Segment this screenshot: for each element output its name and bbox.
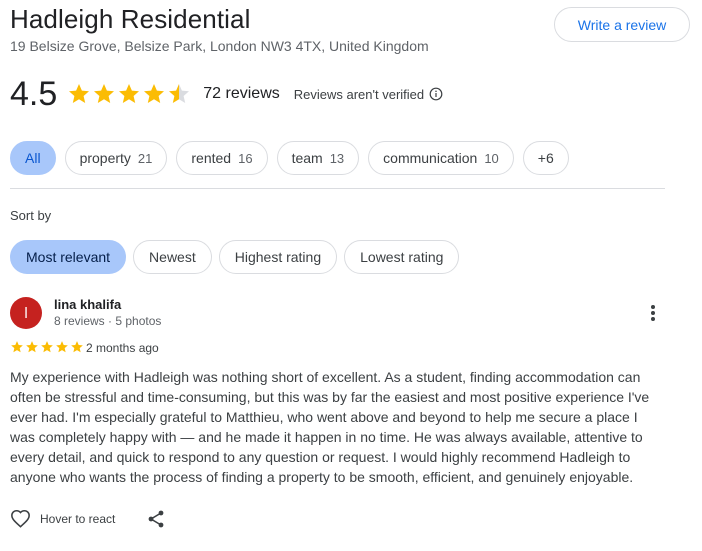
topic-chip-all[interactable]: All	[10, 141, 56, 175]
review-stars	[10, 340, 84, 354]
review-time: 2 months ago	[86, 341, 159, 355]
heart-outline-icon	[11, 509, 30, 528]
place-address: 19 Belsize Grove, Belsize Park, London N…	[10, 38, 429, 54]
verified-note-label: Reviews aren't verified	[293, 86, 425, 102]
write-review-button[interactable]: Write a review	[554, 7, 690, 42]
topic-chips: All property 21 rented 16 team 13 commun…	[10, 141, 569, 175]
topic-chip-rented[interactable]: rented 16	[176, 141, 268, 175]
star-icon	[169, 84, 190, 103]
topic-chip-count: 21	[137, 150, 153, 166]
star-icon	[41, 341, 53, 353]
topic-chip-property[interactable]: property 21	[64, 141, 168, 175]
topic-chip-label: property	[79, 150, 131, 166]
average-rating: 4.5	[10, 75, 58, 113]
topic-chip-label: communication	[383, 150, 478, 166]
review-text: My experience with Hadleigh was nothing …	[10, 369, 650, 485]
sort-options: Most relevant Newest Highest rating Lowe…	[10, 240, 460, 274]
topic-chip-team[interactable]: team 13	[276, 141, 360, 175]
topic-chip-count: 10	[484, 150, 499, 166]
reviewer-name[interactable]: lina khalifa	[54, 297, 121, 312]
star-icon	[11, 341, 23, 353]
topic-chip-label: All	[25, 150, 41, 166]
divider	[10, 188, 665, 189]
avatar[interactable]: l	[10, 297, 42, 329]
topic-chip-count: 16	[238, 150, 253, 166]
sort-newest[interactable]: Newest	[133, 240, 212, 274]
topic-chip-label: rented	[191, 150, 232, 166]
sort-label: Sort by	[10, 208, 52, 223]
rating-summary: 4.5 72 reviews Reviews aren't verified	[10, 74, 443, 114]
place-title: Hadleigh Residential	[10, 4, 251, 34]
react-label: Hover to react	[40, 511, 116, 526]
share-icon[interactable]	[146, 509, 166, 529]
sort-most-relevant[interactable]: Most relevant	[10, 240, 127, 274]
star-icon	[56, 341, 68, 353]
info-icon[interactable]	[429, 87, 443, 101]
star-icon	[94, 84, 115, 103]
verified-note[interactable]: Reviews aren't verified	[294, 87, 443, 102]
sort-lowest-rating[interactable]: Lowest rating	[344, 240, 460, 274]
react-button[interactable]: Hover to react	[10, 509, 115, 528]
topic-chip-label: +6	[537, 150, 554, 166]
topic-chip-count: 13	[329, 150, 345, 166]
rating-stars	[67, 82, 191, 106]
more-options-button[interactable]	[642, 302, 664, 324]
more-vert-icon	[651, 305, 655, 321]
reviewer-meta: 8 reviews · 5 photos	[54, 314, 162, 328]
topic-chip-communication[interactable]: communication 10	[368, 141, 514, 175]
star-icon	[69, 84, 90, 103]
star-icon	[144, 84, 165, 103]
star-icon	[119, 84, 140, 103]
topic-chip-more[interactable]: +6	[522, 141, 569, 175]
star-icon	[26, 341, 38, 353]
star-icon	[71, 341, 83, 353]
sort-highest-rating[interactable]: Highest rating	[218, 240, 338, 274]
reviews-count[interactable]: 72 reviews	[203, 85, 279, 103]
topic-chip-label: team	[291, 150, 323, 166]
